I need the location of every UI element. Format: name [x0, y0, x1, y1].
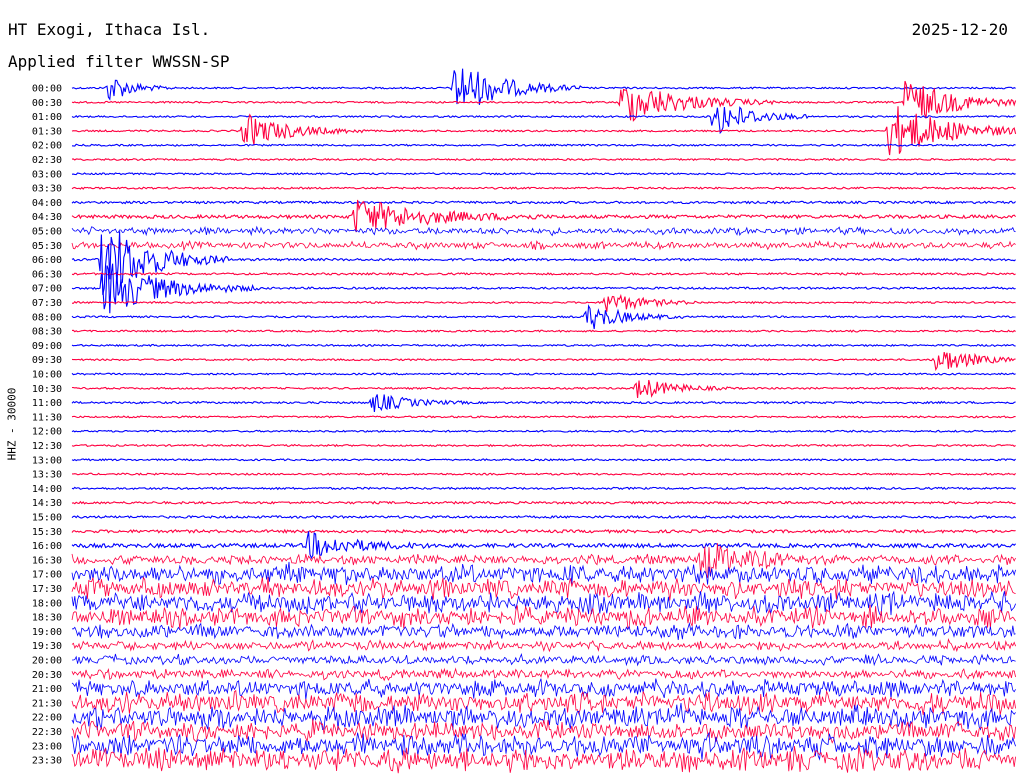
row-time-label: 22:00 — [32, 713, 62, 724]
trace-row-0430 — [71, 199, 1017, 233]
row-time-label: 13:30 — [32, 470, 62, 481]
row-time-label: 21:30 — [32, 698, 62, 709]
trace-row-0630 — [71, 272, 1016, 276]
trace-row-1430 — [71, 500, 1016, 505]
row-time-label: 07:30 — [32, 298, 62, 309]
trace-row-2000 — [72, 652, 1016, 667]
row-time-label: 01:30 — [32, 126, 62, 137]
row-time-label: 00:00 — [32, 84, 62, 95]
row-time-label: 06:30 — [32, 269, 62, 280]
trace-row-1900 — [71, 621, 1016, 641]
trace-row-1600 — [71, 531, 1017, 560]
row-time-label: 08:00 — [32, 312, 62, 323]
trace-row-2200 — [71, 703, 1016, 731]
trace-row-0500 — [71, 225, 1016, 237]
trace-row-1530 — [71, 528, 1016, 534]
row-time-label: 06:00 — [32, 255, 62, 266]
row-time-label: 18:00 — [32, 598, 62, 609]
row-time-label: 00:30 — [32, 98, 62, 109]
trace-row-0230 — [71, 157, 1016, 162]
trace-row-1730 — [71, 576, 1016, 601]
row-time-label: 12:00 — [32, 427, 62, 438]
trace-row-0300 — [71, 172, 1016, 176]
trace-row-2130 — [71, 689, 1016, 716]
trace-row-1230 — [71, 443, 1016, 448]
row-time-label: 16:00 — [32, 541, 62, 552]
trace-row-1830 — [71, 604, 1016, 629]
row-time-label: 22:30 — [32, 727, 62, 738]
row-time-label: 11:30 — [32, 412, 62, 423]
trace-row-0330 — [71, 186, 1016, 190]
trace-row-1100 — [71, 394, 1016, 413]
row-time-label: 19:30 — [32, 641, 62, 652]
row-time-label: 03:00 — [32, 169, 62, 180]
trace-row-0930 — [71, 351, 1016, 372]
trace-row-1330 — [72, 472, 1016, 476]
row-time-label: 15:30 — [32, 527, 62, 538]
row-time-label: 04:30 — [32, 212, 62, 223]
row-time-label: 14:30 — [32, 498, 62, 509]
row-time-label: 05:30 — [32, 241, 62, 252]
row-time-label: 15:00 — [32, 513, 62, 524]
row-time-label: 05:00 — [32, 227, 62, 238]
row-time-label: 10:00 — [32, 370, 62, 381]
row-time-label: 23:00 — [32, 741, 62, 752]
row-time-label: 23:30 — [32, 756, 62, 767]
trace-row-2300 — [71, 731, 1016, 761]
trace-row-2100 — [71, 678, 1016, 700]
trace-row-1300 — [71, 458, 1016, 462]
trace-row-1200 — [71, 429, 1016, 433]
trace-row-1130 — [71, 415, 1016, 419]
row-time-label: 12:30 — [32, 441, 62, 452]
seismic-traces — [71, 68, 1017, 774]
trace-row-1500 — [71, 514, 1016, 520]
trace-row-0400 — [71, 200, 1016, 205]
trace-row-1630 — [71, 543, 1016, 579]
trace-row-1400 — [71, 486, 1016, 491]
trace-row-0000 — [71, 68, 1016, 106]
trace-row-1800 — [71, 590, 1016, 616]
trace-row-0900 — [71, 343, 1016, 348]
row-time-label: 02:00 — [32, 141, 62, 152]
row-time-label: 03:30 — [32, 184, 62, 195]
channel-axis-label: HHZ - 30000 — [5, 387, 19, 461]
row-time-label: 07:00 — [32, 284, 62, 295]
row-time-label: 19:00 — [32, 627, 62, 638]
trace-row-0800 — [71, 304, 1016, 330]
trace-row-1930 — [71, 637, 1016, 653]
trace-row-0700 — [71, 263, 1016, 314]
row-time-label: 10:30 — [32, 384, 62, 395]
trace-row-0200 — [71, 143, 1016, 147]
station-title: HT Exogi, Ithaca Isl. — [8, 20, 211, 39]
trace-row-0530 — [71, 239, 1016, 252]
row-time-label: 13:00 — [32, 455, 62, 466]
trace-row-1000 — [71, 372, 1016, 376]
row-time-label: 16:30 — [32, 555, 62, 566]
row-time-label: 17:00 — [32, 570, 62, 581]
trace-row-2030 — [71, 667, 1016, 682]
row-time-label: 20:30 — [32, 670, 62, 681]
row-time-label: 08:30 — [32, 327, 62, 338]
row-time-label: 14:00 — [32, 484, 62, 495]
time-tick-labels: 00:00 00:30 01:00 01:30 02:00 02:30 03:00 03:30… — [32, 84, 62, 767]
date-label: 2025-12-20 — [911, 20, 1008, 39]
row-time-label: 04:00 — [32, 198, 62, 209]
row-time-label: 01:00 — [32, 112, 62, 123]
row-time-label: 09:30 — [32, 355, 62, 366]
row-time-label: 21:00 — [32, 684, 62, 695]
row-time-label: 09:00 — [32, 341, 62, 352]
row-time-label: 17:30 — [32, 584, 62, 595]
trace-row-0830 — [71, 329, 1016, 333]
row-time-label: 20:00 — [32, 656, 62, 667]
row-time-label: 11:00 — [32, 398, 62, 409]
trace-row-2330 — [71, 745, 1016, 774]
row-time-label: 02:30 — [32, 155, 62, 166]
trace-row-0100 — [71, 106, 1016, 135]
trace-row-1030 — [71, 379, 1016, 399]
row-time-label: 18:30 — [32, 613, 62, 624]
helicorder-plot: 00:00 00:30 01:00 01:30 02:00 02:30 03:00 03:30… — [32, 68, 1017, 774]
filter-subtitle: Applied filter WWSSN-SP — [8, 52, 230, 71]
trace-row-0730 — [71, 293, 1016, 312]
trace-row-0130 — [71, 106, 1017, 156]
